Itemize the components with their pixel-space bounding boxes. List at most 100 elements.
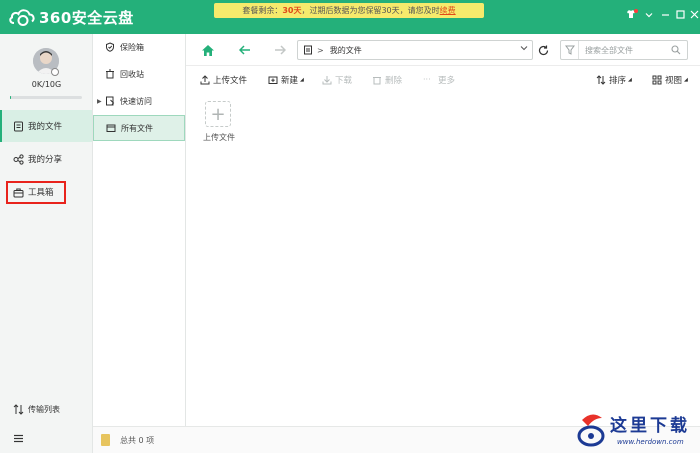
- tree-item-label: 保险箱: [120, 42, 144, 52]
- file-icon: [14, 121, 23, 131]
- search-icon[interactable]: [671, 45, 681, 57]
- upload-button[interactable]: 上传文件: [200, 73, 247, 87]
- address-bar[interactable]: > 我的文件: [297, 40, 533, 60]
- new-button[interactable]: 新建 ◢: [268, 73, 304, 87]
- minimize-icon: [661, 14, 669, 16]
- upload-label: 上传文件: [213, 76, 248, 86]
- search-box[interactable]: 搜索全部文件: [560, 40, 688, 60]
- sort-label: 排序: [609, 76, 627, 86]
- nav-item-label: 我的文件: [28, 122, 63, 132]
- delete-label: 删除: [385, 76, 403, 86]
- breadcrumb-separator-icon: >: [317, 45, 324, 55]
- quota-bar: [10, 96, 82, 99]
- nav-item-my-files[interactable]: 我的文件: [0, 110, 92, 142]
- highlight-annotation-box: [6, 181, 66, 204]
- search-input[interactable]: 搜索全部文件: [585, 45, 633, 56]
- address-dropdown-icon[interactable]: [520, 44, 528, 54]
- trash-icon: [106, 69, 114, 79]
- sort-icon: [596, 75, 606, 85]
- trash-icon: [373, 77, 381, 85]
- quota-fill: [10, 96, 12, 99]
- maximize-button[interactable]: [673, 9, 687, 23]
- watermark-logo-icon: [577, 414, 605, 447]
- toolbar: 上传文件 新建 ◢ 下载 删除 ··· 更多 排序 ◢ 视图 ◢: [186, 67, 700, 93]
- tree-item-label: 快速访问: [120, 96, 152, 106]
- menu-icon: [14, 434, 23, 442]
- minimize-button[interactable]: [658, 9, 672, 23]
- banner-middle: ，过期后数据为您保留30天，请您及时: [301, 6, 440, 15]
- nav-item-label: 我的分享: [28, 155, 63, 165]
- title-bar: 360安全云盘 套餐剩余：30天，过期后数据为您保留30天，请您及时续费: [0, 0, 700, 34]
- new-folder-icon: [268, 76, 278, 84]
- download-button[interactable]: 下载: [322, 73, 352, 87]
- upload-tile[interactable]: +: [205, 101, 231, 127]
- folder-status-icon: [101, 434, 110, 446]
- delete-button[interactable]: 删除: [372, 73, 402, 87]
- chevron-down-icon: [645, 13, 653, 18]
- plan-banner: 套餐剩余：30天，过期后数据为您保留30天，请您及时续费: [214, 3, 484, 18]
- item-count: 总共 0 项: [120, 436, 155, 445]
- view-button[interactable]: 视图 ◢: [652, 73, 688, 87]
- view-dropdown-icon: ◢: [684, 77, 688, 83]
- left-nav: 0K/10G 我的文件 我的分享 工具箱 传输列表: [0, 34, 93, 453]
- expand-arrow-icon[interactable]: ▶: [97, 98, 102, 105]
- filter-icon: [564, 45, 575, 55]
- back-button[interactable]: [237, 42, 253, 58]
- navigation-bar: > 我的文件 搜索全部文件: [186, 34, 700, 66]
- app-window: 360安全云盘 套餐剩余：30天，过期后数据为您保留30天，请您及时续费 0K/…: [0, 0, 700, 453]
- more-dots-icon: ···: [423, 75, 431, 84]
- tree-item-all-files[interactable]: 所有文件: [93, 115, 185, 141]
- share-icon: [13, 153, 24, 165]
- close-icon: [690, 10, 698, 19]
- new-label: 新建: [281, 76, 299, 86]
- quota-text: 0K/10G: [31, 80, 62, 89]
- refresh-button[interactable]: [535, 42, 551, 58]
- main-panel: > 我的文件 搜索全部文件 上传文件 新建 ◢ 下载 删除 ··· 更多 排序 …: [186, 34, 700, 426]
- more-label: 更多: [438, 76, 456, 86]
- arrow-right-icon: [275, 45, 286, 55]
- skin-button[interactable]: [624, 9, 638, 23]
- download-icon: [322, 76, 332, 85]
- forward-button[interactable]: [272, 42, 288, 58]
- tree-item-label: 所有文件: [121, 123, 153, 133]
- notification-dot: [634, 9, 638, 13]
- sort-button[interactable]: 排序 ◢: [596, 73, 632, 87]
- renew-link[interactable]: 续费: [440, 6, 456, 15]
- tree-item-recycle-bin[interactable]: 回收站: [93, 61, 185, 87]
- home-button[interactable]: [200, 42, 216, 58]
- main-menu-button[interactable]: [0, 427, 92, 449]
- maximize-icon: [675, 10, 685, 19]
- upload-icon: [200, 75, 210, 85]
- refresh-icon: [538, 45, 548, 55]
- watermark-text: 这里下载: [610, 416, 690, 436]
- filter-button[interactable]: [561, 41, 579, 59]
- folder-icon: [106, 124, 116, 132]
- tree-item-label: 回收站: [120, 69, 144, 79]
- upload-tile-label: 上传文件: [203, 133, 235, 142]
- quick-access-icon: [106, 96, 115, 106]
- transfer-list-label: 传输列表: [28, 404, 60, 414]
- download-label: 下载: [335, 76, 353, 86]
- cloud-logo-icon: [9, 9, 35, 26]
- breadcrumb[interactable]: 我的文件: [330, 45, 362, 56]
- transfer-icon: [13, 403, 24, 415]
- avatar-badge-icon: [51, 68, 59, 76]
- shield-icon: [106, 42, 114, 52]
- tree-item-quick-access[interactable]: ▶ 快速访问: [93, 88, 185, 114]
- arrow-left-icon: [239, 45, 250, 55]
- home-icon: [202, 44, 214, 56]
- banner-days: 30天: [282, 6, 302, 15]
- plus-icon: +: [210, 103, 226, 125]
- view-label: 视图: [665, 76, 683, 86]
- banner-prefix: 套餐剩余：: [242, 6, 283, 15]
- more-button[interactable]: ··· 更多: [423, 73, 455, 87]
- site-watermark: 这里下载 www.herdown.com: [574, 408, 700, 453]
- close-button[interactable]: [687, 9, 700, 23]
- new-dropdown-icon: ◢: [300, 77, 304, 83]
- app-title: 360安全云盘: [39, 8, 134, 27]
- nav-item-my-shares[interactable]: 我的分享: [0, 143, 92, 175]
- menu-dropdown-button[interactable]: [642, 9, 656, 23]
- tree-item-vault[interactable]: 保险箱: [93, 34, 185, 60]
- app-logo: 360安全云盘: [8, 5, 134, 29]
- transfer-list-button[interactable]: 传输列表: [0, 398, 92, 420]
